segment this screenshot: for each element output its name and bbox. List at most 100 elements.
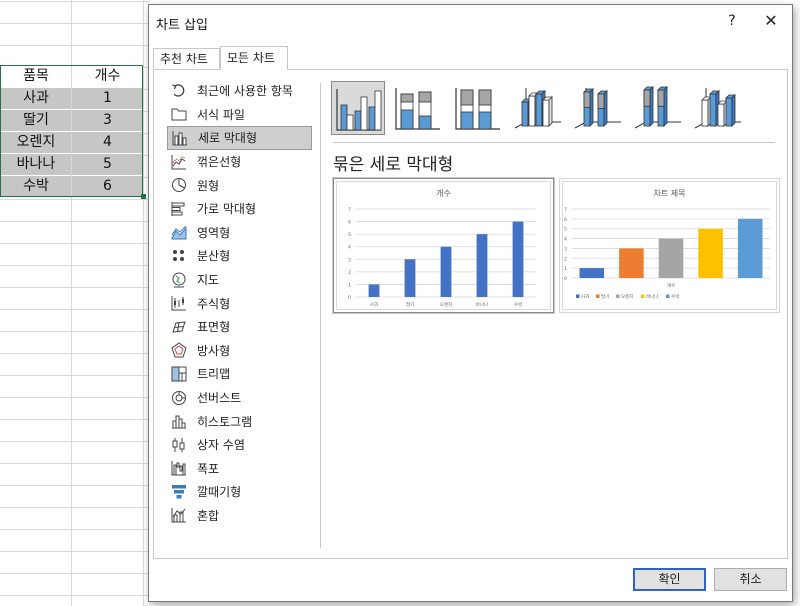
x-tick-label: 수박 bbox=[514, 301, 522, 308]
x-axis-label: 개수 bbox=[667, 282, 675, 289]
dialog-title: 차트 삽입 bbox=[156, 18, 208, 33]
y-tick-label: 7 bbox=[564, 207, 567, 213]
gridline bbox=[0, 221, 150, 222]
gridline bbox=[0, 287, 150, 288]
gridline bbox=[0, 1, 150, 2]
y-tick-label: 6 bbox=[564, 217, 567, 223]
bar bbox=[476, 234, 488, 297]
gridline bbox=[0, 397, 150, 398]
legend-label: 사과 bbox=[581, 293, 589, 300]
category-label: 히스토그램 bbox=[197, 414, 253, 429]
tab-all-charts[interactable]: 모든 차트 bbox=[220, 46, 288, 70]
category-label: 방사형 bbox=[197, 343, 231, 358]
line-chart-icon bbox=[170, 154, 188, 170]
legend-label: 오렌지 bbox=[621, 293, 633, 300]
percent-stacked-column-icon bbox=[452, 82, 504, 138]
category-item[interactable]: 트리맵 bbox=[167, 362, 312, 386]
chart-preview-1[interactable]: 개수 0 1 2 3 4 5 6 7 사과 딸기 오렌지 바나나 수박 bbox=[333, 178, 554, 313]
y-tick-label: 6 bbox=[348, 220, 351, 226]
category-item[interactable]: 표면형 bbox=[167, 315, 312, 339]
category-item[interactable]: 분산형 bbox=[167, 244, 312, 268]
legend-swatch bbox=[596, 294, 600, 298]
bar bbox=[737, 218, 763, 278]
chart-subtype-button[interactable] bbox=[631, 81, 685, 135]
gridline bbox=[0, 23, 150, 24]
category-item[interactable]: 주식형 bbox=[167, 291, 312, 315]
gridline bbox=[0, 573, 150, 574]
category-item[interactable]: 상자 수염 bbox=[167, 433, 312, 457]
category-item[interactable]: 최근에 사용한 항목 bbox=[167, 79, 312, 103]
bar bbox=[658, 238, 684, 278]
chart-subtype-button[interactable] bbox=[571, 81, 625, 135]
category-item[interactable]: 원형 bbox=[167, 173, 312, 197]
selected-subtype-name: 묶은 세로 막대형 bbox=[333, 155, 454, 175]
category-item[interactable]: 선버스트 bbox=[167, 386, 312, 410]
template-folder-icon bbox=[170, 106, 188, 122]
gridline bbox=[0, 485, 150, 486]
category-item[interactable]: 히스토그램 bbox=[167, 409, 312, 433]
category-item[interactable]: 영역형 bbox=[167, 221, 312, 245]
chart-subtype-button[interactable] bbox=[451, 81, 505, 135]
bar bbox=[440, 246, 452, 297]
combo-chart-icon bbox=[170, 507, 188, 523]
category-item[interactable]: 서식 파일 bbox=[167, 103, 312, 127]
gridline bbox=[0, 551, 150, 552]
bar-chart-icon bbox=[170, 201, 188, 217]
clustered-column-icon bbox=[333, 83, 385, 139]
bar bbox=[512, 221, 524, 297]
bar bbox=[368, 284, 380, 297]
category-item[interactable]: 세로 막대형 bbox=[167, 126, 312, 150]
category-item[interactable]: 지도 bbox=[167, 268, 312, 292]
tab-recommended-charts[interactable]: 추천 차트 bbox=[153, 48, 220, 68]
x-tick-label: 딸기 bbox=[406, 301, 414, 308]
bar bbox=[698, 228, 723, 278]
category-label: 지도 bbox=[197, 273, 220, 288]
waterfall-chart-icon bbox=[170, 460, 188, 476]
bar bbox=[579, 268, 605, 278]
chart-subtype-button[interactable] bbox=[331, 81, 385, 135]
chart-subtype-button[interactable] bbox=[511, 81, 565, 135]
category-item[interactable]: 가로 막대형 bbox=[167, 197, 312, 221]
category-label: 원형 bbox=[197, 178, 220, 193]
area-chart-icon bbox=[170, 224, 188, 240]
category-item[interactable]: 혼합 bbox=[167, 504, 312, 528]
cancel-button[interactable]: 취소 bbox=[714, 568, 787, 591]
bar bbox=[404, 259, 416, 297]
y-tick-label: 4 bbox=[348, 245, 351, 251]
stock-chart-icon bbox=[170, 295, 188, 311]
help-button[interactable]: ? bbox=[722, 11, 742, 31]
category-label: 폭포 bbox=[197, 461, 220, 476]
category-item[interactable]: 방사형 bbox=[167, 339, 312, 363]
category-label: 세로 막대형 bbox=[198, 131, 258, 146]
y-tick-label: 1 bbox=[348, 282, 351, 288]
chart-subtype-button[interactable] bbox=[391, 81, 445, 135]
funnel-chart-icon bbox=[170, 484, 188, 500]
category-item[interactable]: 꺾은선형 bbox=[167, 150, 312, 174]
category-item[interactable]: 깔때기형 bbox=[167, 480, 312, 504]
category-label: 분산형 bbox=[197, 249, 231, 264]
y-tick-label: 0 bbox=[348, 295, 351, 301]
category-label: 주식형 bbox=[197, 296, 231, 311]
close-button[interactable]: ✕ bbox=[761, 11, 781, 31]
gridline bbox=[0, 243, 150, 244]
3d-clustered-column-icon bbox=[512, 82, 564, 138]
surface-chart-icon bbox=[170, 319, 188, 335]
chart-subtype-button[interactable] bbox=[691, 81, 745, 135]
scatter-chart-icon bbox=[170, 248, 188, 264]
category-item[interactable]: 폭포 bbox=[167, 457, 312, 481]
y-tick-label: 4 bbox=[564, 237, 567, 243]
category-label: 가로 막대형 bbox=[197, 202, 257, 217]
fill-handle[interactable] bbox=[141, 194, 146, 199]
category-label: 상자 수염 bbox=[197, 438, 245, 453]
gridline bbox=[0, 309, 150, 310]
radar-chart-icon bbox=[170, 342, 188, 358]
category-label: 선버스트 bbox=[197, 391, 242, 406]
chart-category-list: 최근에 사용한 항목 서식 파일세로 막대형꺾은선형원형가로 막대형영역형분산형지… bbox=[167, 79, 312, 527]
gridline bbox=[0, 463, 150, 464]
ok-button[interactable]: 확인 bbox=[633, 568, 706, 591]
legend-swatch bbox=[641, 294, 645, 298]
gridline bbox=[0, 331, 150, 332]
y-tick-label: 2 bbox=[348, 270, 351, 276]
chart-preview-2[interactable]: 차트 제목 0 1 2 3 4 5 6 7 개수 사과 딸기 오렌지 바나나 수박 bbox=[559, 178, 780, 313]
column-chart-icon bbox=[171, 130, 189, 146]
